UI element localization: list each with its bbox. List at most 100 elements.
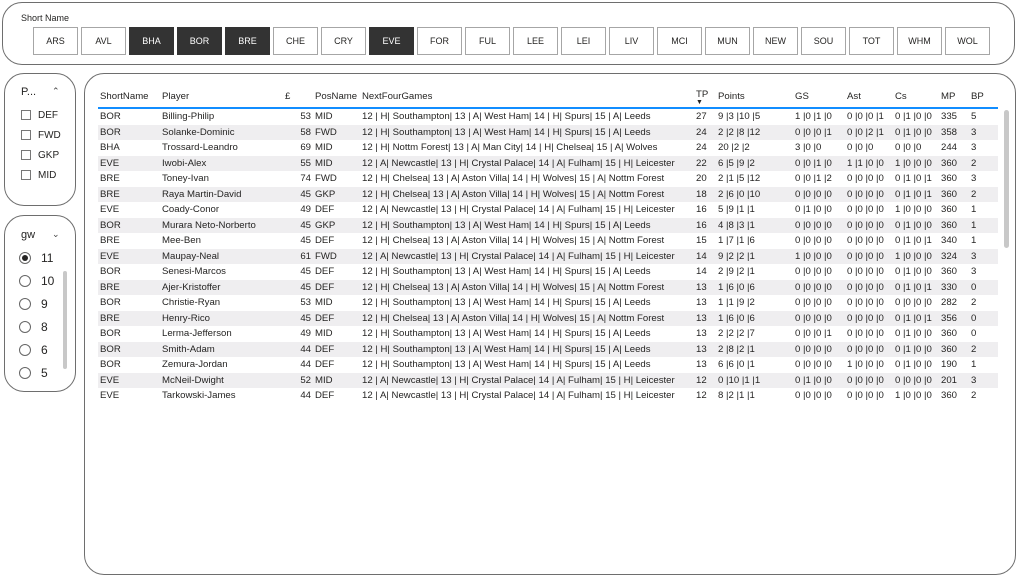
team-button-mun[interactable]: MUN	[705, 27, 750, 55]
table-row[interactable]: BRE Raya Martin-David 45 GKP 12 | H| Chelsea…	[98, 186, 998, 202]
table-cell: 0 |0 |0 |0	[847, 266, 884, 277]
gameweek-option-5[interactable]: 5	[19, 361, 54, 384]
checkbox[interactable]	[21, 170, 31, 180]
team-button-eve[interactable]: EVE	[369, 27, 414, 55]
position-option-gkp[interactable]: GKP	[21, 145, 61, 165]
column-header[interactable]: £	[283, 86, 313, 109]
gameweek-option-10[interactable]: 10	[19, 269, 54, 292]
chevron-down-icon[interactable]: ⌄	[52, 229, 60, 240]
column-header[interactable]: BP	[969, 86, 998, 109]
gameweek-option-9[interactable]: 9	[19, 292, 54, 315]
column-header[interactable]: ShortName	[98, 86, 160, 109]
team-button-new[interactable]: NEW	[753, 27, 798, 55]
team-button-bre[interactable]: BRE	[225, 27, 270, 55]
table-scrollbar[interactable]	[1004, 110, 1009, 248]
checkbox[interactable]	[21, 130, 31, 140]
column-header-label: GS	[795, 91, 809, 102]
radio-button[interactable]	[19, 343, 31, 356]
table-cell: 0 |1 |0 |1	[895, 235, 932, 246]
column-header[interactable]: Ast	[845, 86, 893, 109]
radio-button[interactable]	[19, 320, 31, 333]
team-button-cry[interactable]: CRY	[321, 27, 366, 55]
column-header[interactable]: GS	[793, 86, 845, 109]
column-header[interactable]: PosName	[313, 86, 360, 109]
table-cell: DEF	[315, 266, 335, 277]
table-cell: BRE	[100, 173, 120, 184]
checkbox[interactable]	[21, 150, 31, 160]
checkbox[interactable]	[21, 110, 31, 120]
radio-button[interactable]	[19, 274, 31, 287]
position-option-fwd[interactable]: FWD	[21, 125, 61, 145]
table-row[interactable]: BOR Murara Neto-Norberto 45 GKP 12 | H| Sout…	[98, 217, 998, 233]
team-button-bor[interactable]: BOR	[177, 27, 222, 55]
team-button-avl[interactable]: AVL	[81, 27, 126, 55]
table-cell: 12	[694, 372, 716, 388]
table-cell: BOR	[100, 359, 121, 370]
table-row[interactable]: BOR Christie-Ryan 53 MID 12 | H| Southampton…	[98, 295, 998, 311]
table-row[interactable]: BOR Billing-Philip 53 MID 12 | H| Southampto…	[98, 108, 998, 125]
table-cell: MID	[313, 372, 360, 388]
team-button-ars[interactable]: ARS	[33, 27, 78, 55]
gameweek-scrollbar[interactable]	[63, 271, 67, 369]
column-header[interactable]: MP	[939, 86, 969, 109]
table-row[interactable]: EVE Tarkowski-James 44 DEF 12 | A| Newcastle…	[98, 388, 998, 404]
table-row[interactable]: BRE Henry-Rico 45 DEF 12 | H| Chelsea| 13 | …	[98, 310, 998, 326]
table-cell: 45	[300, 266, 311, 277]
table-cell: 0 |1 |0 |0	[893, 217, 939, 233]
gameweek-option-11[interactable]: 11	[19, 246, 54, 269]
table-row[interactable]: BHA Trossard-Leandro 69 MID 12 | H| Nottm Fo…	[98, 140, 998, 156]
chevron-up-icon[interactable]: ⌃	[52, 86, 60, 97]
table-cell: GKP	[313, 217, 360, 233]
table-cell: 0 |0 |0 |0	[795, 266, 832, 277]
table-cell: 5	[971, 111, 977, 122]
table-row[interactable]: BOR Lerma-Jefferson 49 MID 12 | H| Southampt…	[98, 326, 998, 342]
table-row[interactable]: EVE Coady-Conor 49 DEF 12 | A| Newcastle| 13…	[98, 202, 998, 218]
team-button-lei[interactable]: LEI	[561, 27, 606, 55]
team-button-wol[interactable]: WOL	[945, 27, 990, 55]
table-cell: 2	[969, 341, 998, 357]
table-row[interactable]: BRE Toney-Ivan 74 FWD 12 | H| Chelsea| 13 | …	[98, 171, 998, 187]
team-button-ful[interactable]: FUL	[465, 27, 510, 55]
team-button-mci[interactable]: MCI	[657, 27, 702, 55]
position-option-mid[interactable]: MID	[21, 165, 61, 185]
team-button-sou[interactable]: SOU	[801, 27, 846, 55]
gameweek-option-6[interactable]: 6	[19, 338, 54, 361]
table-cell: 1 |0 |1 |0	[795, 111, 832, 122]
table-row[interactable]: EVE Maupay-Neal 61 FWD 12 | A| Newcastle| 13…	[98, 248, 998, 264]
radio-button[interactable]	[19, 251, 31, 264]
position-option-def[interactable]: DEF	[21, 105, 61, 125]
table-cell: 0 |0 |0 |0	[893, 372, 939, 388]
column-header[interactable]: Points	[716, 86, 793, 109]
table-row[interactable]: EVE McNeil-Dwight 52 MID 12 | A| Newcastle| …	[98, 372, 998, 388]
table-cell: 12 | A| Newcastle| 13 | H| Crystal Palac…	[362, 390, 675, 401]
radio-button[interactable]	[19, 297, 31, 310]
gameweek-option-8[interactable]: 8	[19, 315, 54, 338]
column-header[interactable]: TP ▼	[694, 86, 716, 109]
team-button-for[interactable]: FOR	[417, 27, 462, 55]
table-row[interactable]: BRE Ajer-Kristoffer 45 DEF 12 | H| Chelsea| …	[98, 279, 998, 295]
team-button-tot[interactable]: TOT	[849, 27, 894, 55]
column-header[interactable]: NextFourGames	[360, 86, 694, 109]
table-row[interactable]: BRE Mee-Ben 45 DEF 12 | H| Chelsea| 13 | A| …	[98, 233, 998, 249]
team-button-liv[interactable]: LIV	[609, 27, 654, 55]
table-cell: GKP	[313, 186, 360, 202]
column-header[interactable]: Cs	[893, 86, 939, 109]
team-button-whm[interactable]: WHM	[897, 27, 942, 55]
table-row[interactable]: BOR Solanke-Dominic 58 FWD 12 | H| Southampt…	[98, 124, 998, 140]
team-button-bha[interactable]: BHA	[129, 27, 174, 55]
table-cell: 1 |0 |0 |0	[847, 359, 884, 370]
table-row[interactable]: EVE Iwobi-Alex 55 MID 12 | A| Newcastle| 13 …	[98, 155, 998, 171]
table-row[interactable]: BOR Zemura-Jordan 44 DEF 12 | H| Southampton…	[98, 357, 998, 373]
team-button-lee[interactable]: LEE	[513, 27, 558, 55]
table-cell: 12 | A| Newcastle| 13 | H| Crystal Palac…	[360, 248, 694, 264]
gameweek-option-label: 6	[41, 342, 48, 357]
table-cell: 13	[694, 341, 716, 357]
column-header[interactable]: Player	[160, 86, 283, 109]
table-cell: 4 |8 |3 |1	[716, 217, 793, 233]
table-row[interactable]: BOR Smith-Adam 44 DEF 12 | H| Southampton| 1…	[98, 341, 998, 357]
table-row[interactable]: BOR Senesi-Marcos 45 DEF 12 | H| Southampton…	[98, 264, 998, 280]
table-cell: 0 |0 |0 |0	[847, 297, 884, 308]
team-button-che[interactable]: CHE	[273, 27, 318, 55]
radio-button[interactable]	[19, 366, 31, 379]
position-slicer-title: P...	[21, 86, 37, 98]
